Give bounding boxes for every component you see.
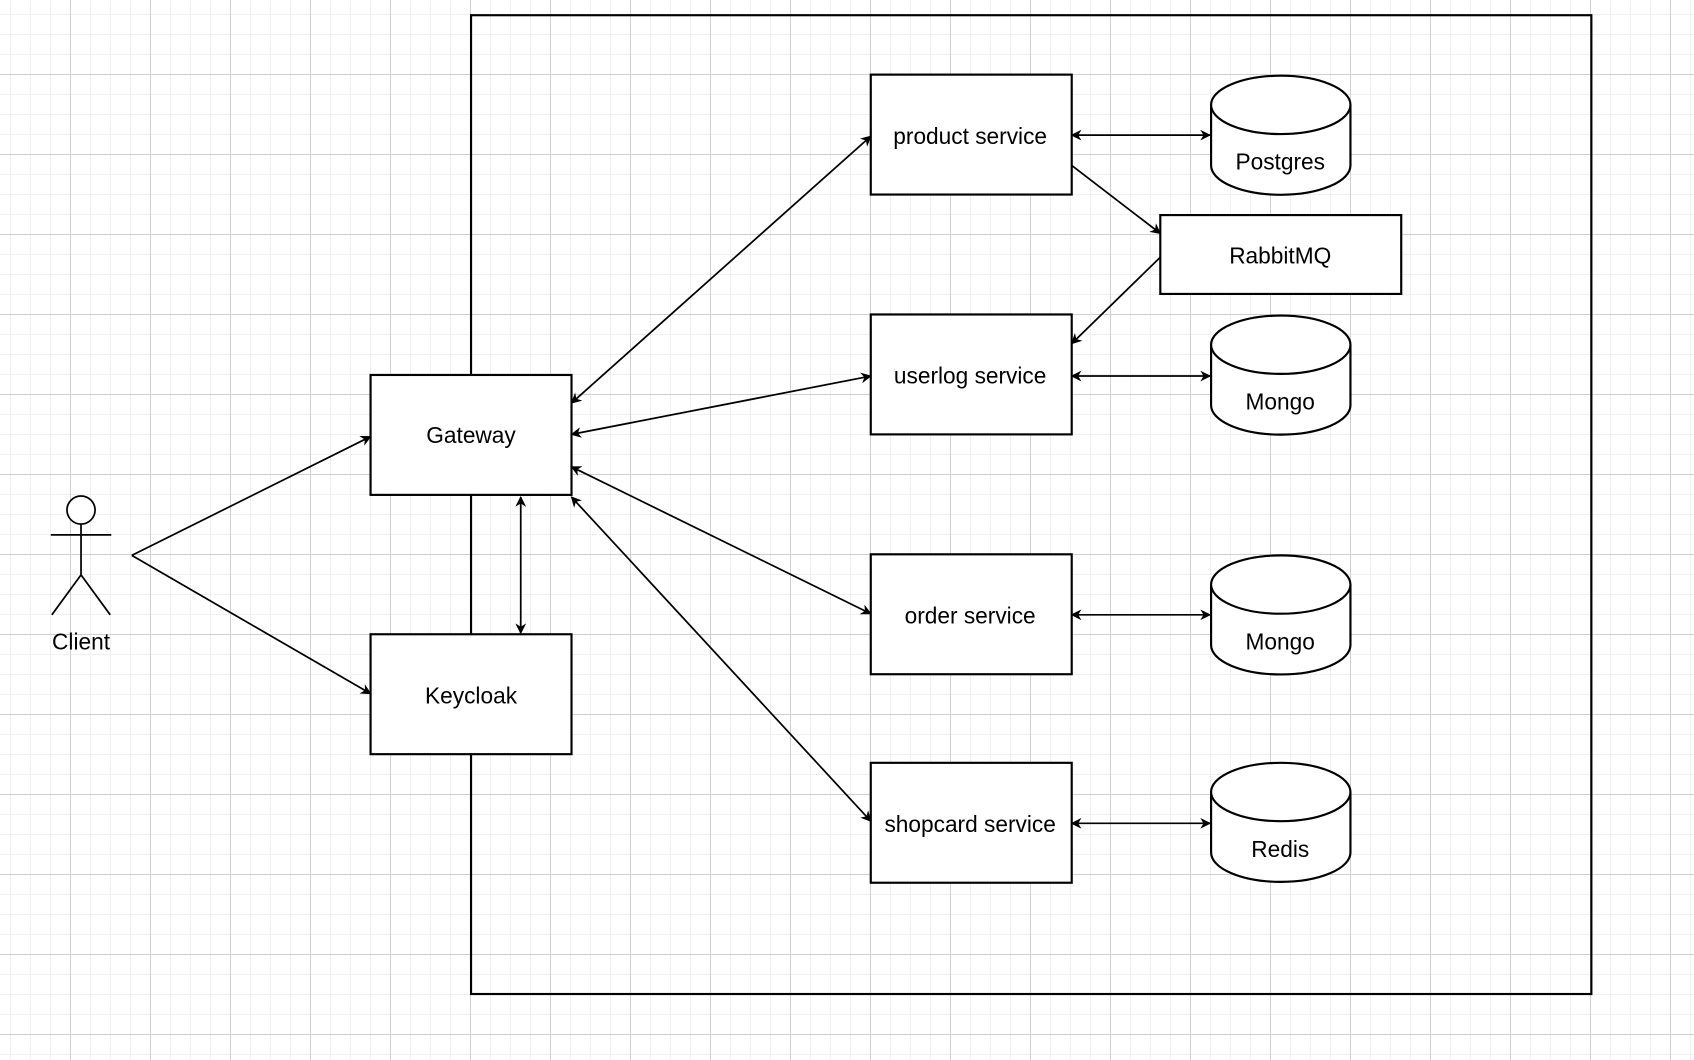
- node-label: order service: [905, 602, 1036, 628]
- db-mongo-order[interactable]: Mongo: [1210, 554, 1352, 676]
- node-label: userlog service: [894, 363, 1046, 389]
- node-label: Gateway: [426, 422, 516, 448]
- edge-gateway-shopcard: [570, 496, 872, 822]
- person-icon: [50, 495, 112, 616]
- edge-client-gateway: [131, 435, 372, 557]
- edges: [131, 129, 1212, 829]
- db-redis[interactable]: Redis: [1210, 761, 1352, 883]
- db-label: Mongo: [1246, 628, 1315, 654]
- actor-client[interactable]: Client: [50, 495, 112, 654]
- edge-client-keycloak: [131, 554, 372, 695]
- db-label: Mongo: [1246, 389, 1315, 415]
- node-label: product service: [893, 123, 1047, 149]
- node-label: Keycloak: [425, 682, 518, 708]
- node-product-service[interactable]: product service: [869, 73, 1073, 196]
- edge-gateway-userlog: [570, 372, 872, 438]
- node-gateway[interactable]: Gateway: [369, 373, 573, 496]
- db-label: Redis: [1251, 836, 1309, 862]
- db-label: Postgres: [1235, 149, 1324, 175]
- node-shopcard-service[interactable]: shopcard service: [869, 761, 1073, 884]
- node-keycloak[interactable]: Keycloak: [369, 633, 573, 756]
- edge-rabbitmq-userlog: [1070, 256, 1161, 345]
- node-label: RabbitMQ: [1229, 243, 1331, 269]
- node-label: shopcard service: [884, 811, 1055, 837]
- node-userlog-service[interactable]: userlog service: [869, 313, 1073, 436]
- architecture-diagram: Client Gateway Keycloak product service …: [50, 14, 1593, 996]
- db-postgres[interactable]: Postgres: [1210, 74, 1352, 196]
- db-mongo-userlog[interactable]: Mongo: [1210, 314, 1352, 436]
- node-order-service[interactable]: order service: [869, 553, 1073, 676]
- node-rabbitmq[interactable]: RabbitMQ: [1159, 213, 1403, 296]
- edge-product-rabbitmq: [1071, 164, 1162, 235]
- edge-gateway-product: [570, 135, 872, 404]
- edge-gateway-order: [570, 466, 872, 615]
- actor-label: Client: [52, 628, 111, 654]
